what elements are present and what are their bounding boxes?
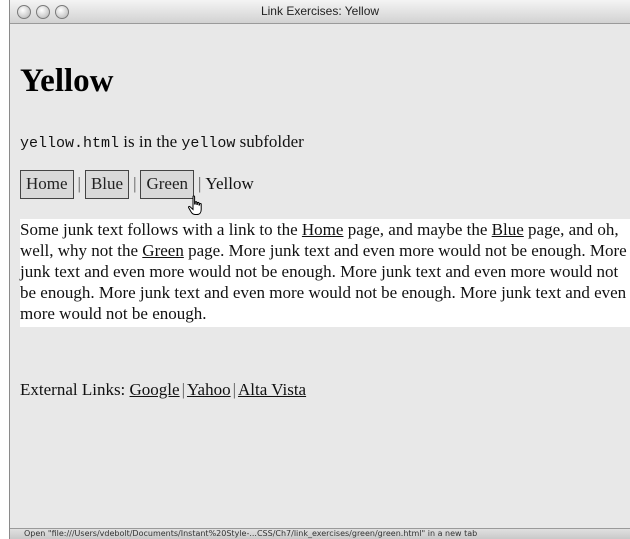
hand-pointer-cursor-icon bbox=[187, 195, 202, 215]
paragraph-blue-link[interactable]: Blue bbox=[492, 220, 524, 239]
browser-window: Link Exercises: Yellow Yellow yellow.htm… bbox=[9, 0, 630, 539]
yahoo-link[interactable]: Yahoo bbox=[187, 380, 231, 399]
subtitle-folder: yellow bbox=[181, 135, 236, 152]
paragraph-text: Some junk text follows with a link to th… bbox=[20, 220, 302, 239]
subtitle-filename: yellow.html bbox=[20, 135, 120, 152]
google-link[interactable]: Google bbox=[130, 380, 180, 399]
subtitle: yellow.html is in the yellow subfolder bbox=[20, 132, 304, 152]
subtitle-mid: is in the bbox=[119, 132, 182, 151]
link-separator: | bbox=[232, 380, 237, 399]
nav-bar: Home | Blue | Green | Yellow bbox=[20, 170, 254, 199]
page-title: Yellow bbox=[20, 63, 114, 99]
nav-current-page: Yellow bbox=[205, 174, 254, 194]
subtitle-tail: subfolder bbox=[235, 132, 304, 151]
nav-separator: | bbox=[77, 174, 81, 194]
paragraph-text: page, and maybe the bbox=[343, 220, 492, 239]
nav-blue-link[interactable]: Blue bbox=[84, 170, 130, 199]
paragraph-green-link[interactable]: Green bbox=[142, 241, 184, 260]
status-bar: Open "file:///Users/vdebolt/Documents/In… bbox=[10, 528, 630, 539]
junk-paragraph: Some junk text follows with a link to th… bbox=[20, 219, 630, 327]
paragraph-home-link[interactable]: Home bbox=[302, 220, 344, 239]
external-links: External Links: Google | Yahoo | Alta Vista bbox=[20, 380, 306, 400]
title-bar[interactable]: Link Exercises: Yellow bbox=[10, 0, 630, 24]
nav-home-link[interactable]: Home bbox=[20, 170, 74, 199]
external-links-label: External Links: bbox=[20, 380, 130, 399]
nav-separator: | bbox=[133, 174, 137, 194]
nav-green-link[interactable]: Green bbox=[140, 170, 194, 199]
altavista-link[interactable]: Alta Vista bbox=[238, 380, 306, 399]
window-title: Link Exercises: Yellow bbox=[260, 4, 380, 18]
nav-separator: | bbox=[198, 174, 202, 194]
link-separator: | bbox=[181, 380, 185, 399]
